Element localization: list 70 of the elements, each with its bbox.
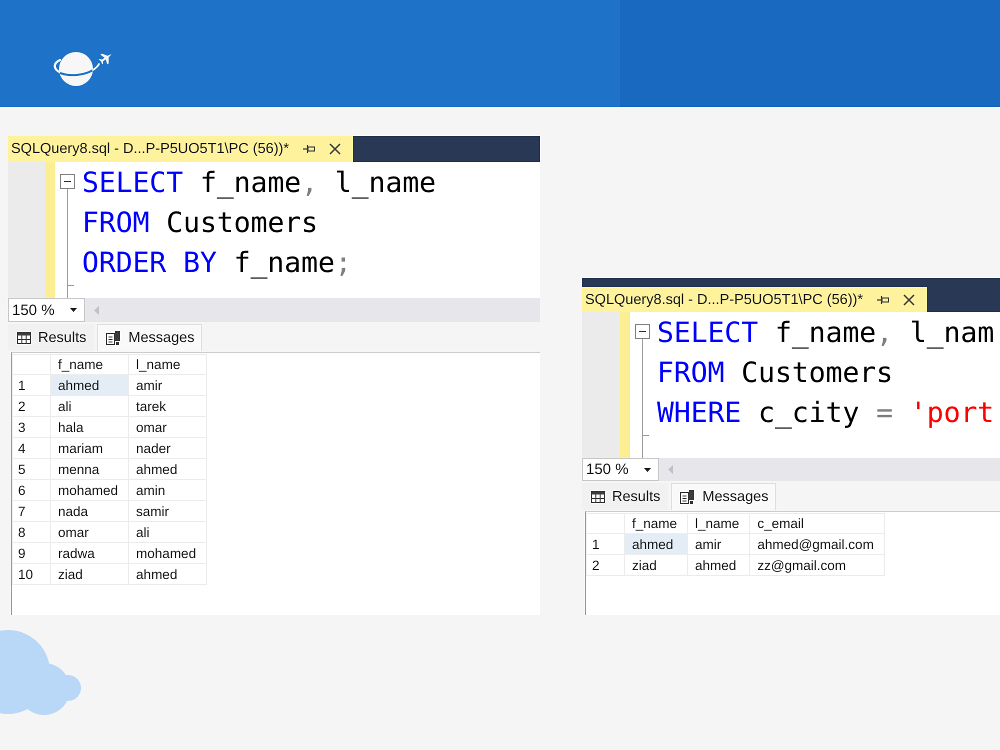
table-cell[interactable]: tarek [128, 396, 207, 416]
table-cell[interactable]: ahmed [624, 534, 688, 554]
messages-tab[interactable]: Messages [97, 324, 202, 351]
table-cell[interactable]: ziad [624, 554, 688, 576]
row-number[interactable]: 6 [12, 480, 50, 500]
table-cell[interactable]: mohamed [50, 480, 129, 500]
table-cell[interactable]: amir [128, 374, 207, 396]
zoom-dropdown[interactable]: 150 % [8, 298, 85, 322]
zoom-dropdown[interactable]: 150 % [582, 458, 659, 481]
code-line: ORDER BY f_name; [82, 245, 353, 281]
table-cell[interactable]: omar [128, 416, 207, 438]
collapse-icon[interactable] [60, 174, 75, 189]
table-cell[interactable]: hala [50, 416, 129, 438]
close-icon[interactable] [329, 143, 341, 155]
pin-icon[interactable] [303, 144, 315, 154]
column-header[interactable]: c_email [750, 514, 884, 534]
table-cell[interactable]: menna [50, 458, 129, 480]
close-icon[interactable] [903, 294, 915, 306]
document-icon [106, 331, 122, 345]
table-cell[interactable]: ali [50, 396, 129, 416]
results-tab[interactable]: Results [582, 483, 668, 510]
row-number[interactable]: 7 [12, 500, 50, 522]
caret-icon [644, 468, 651, 472]
horizontal-scrollbar[interactable] [85, 298, 540, 322]
table-cell[interactable]: zz@gmail.com [750, 554, 884, 576]
table-cell[interactable]: ahmed [128, 458, 207, 480]
table-cell[interactable]: ali [128, 522, 207, 542]
row-number[interactable]: 4 [12, 438, 50, 458]
results-tab[interactable]: Results [8, 324, 94, 351]
table-cell[interactable]: amin [128, 480, 207, 500]
table-cell[interactable]: ziad [50, 564, 129, 584]
row-number[interactable]: 10 [12, 564, 50, 584]
table-cell[interactable]: ahmed [128, 564, 207, 584]
column-header[interactable]: l_name [128, 354, 207, 374]
code-line: WHERE c_city = 'port [657, 395, 996, 431]
row-number[interactable]: 8 [12, 522, 50, 542]
table-icon [591, 491, 605, 503]
table-cell[interactable]: omar [50, 522, 129, 542]
code-line: FROM Customers [657, 355, 894, 391]
row-number[interactable]: 2 [12, 396, 50, 416]
collapse-icon[interactable] [635, 324, 650, 339]
code-line: FROM Customers [82, 205, 320, 241]
table-cell[interactable]: amir [688, 534, 750, 554]
table-icon [17, 332, 31, 344]
table-cell[interactable]: ahmed [50, 374, 129, 396]
row-number[interactable]: 5 [12, 458, 50, 480]
table-cell[interactable]: nader [128, 438, 207, 458]
column-header[interactable]: l_name [688, 514, 750, 534]
document-icon [680, 490, 696, 504]
code-line: SELECT f_name, l_nam [657, 315, 996, 351]
caret-icon [70, 308, 77, 312]
row-number[interactable]: 9 [12, 542, 50, 564]
code-editor[interactable]: SELECT f_name, l_name FROM Customers ORDER BY f_name; [8, 162, 540, 298]
document-tab[interactable]: SQLQuery8.sql - D...P-P5UO5T1\PC (56))* [582, 287, 927, 312]
document-tab[interactable]: SQLQuery8.sql - D...P-P5UO5T1\PC (56))* [8, 136, 353, 162]
cloud-icon [0, 630, 82, 716]
pin-icon[interactable] [877, 294, 889, 304]
code-editor[interactable]: SELECT f_name, l_nam FROM Customers WHERE c_city = 'port [582, 312, 1000, 458]
table-cell[interactable]: ahmed [688, 554, 750, 576]
table-cell[interactable]: ahmed@gmail.com [750, 534, 884, 554]
table-cell[interactable]: nada [50, 500, 129, 522]
row-number[interactable]: 2 [586, 554, 624, 576]
table-cell[interactable]: samir [128, 500, 207, 522]
row-number[interactable]: 3 [12, 416, 50, 438]
table-cell[interactable]: mariam [50, 438, 129, 458]
table-cell[interactable]: mohamed [128, 542, 207, 564]
code-line: SELECT f_name, l_name [82, 165, 438, 201]
messages-tab[interactable]: Messages [671, 483, 776, 510]
horizontal-scrollbar[interactable] [659, 458, 1000, 481]
table-cell[interactable]: radwa [50, 542, 129, 564]
